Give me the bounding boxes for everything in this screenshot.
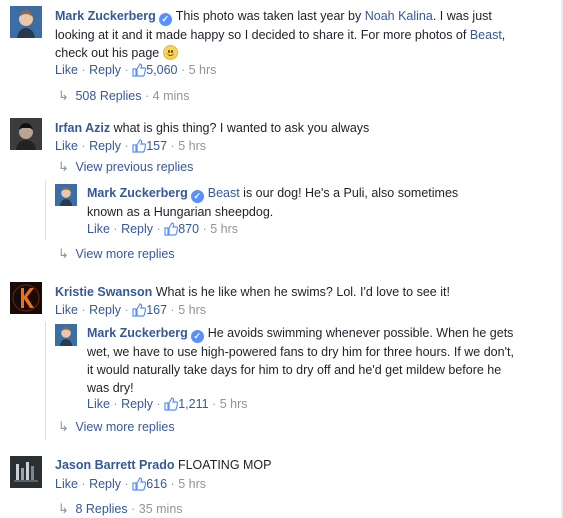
like-count[interactable]: 167 bbox=[146, 303, 167, 317]
like-count[interactable]: 616 bbox=[146, 477, 167, 491]
like-link[interactable]: Like bbox=[87, 397, 110, 411]
view-more-link[interactable]: View more replies bbox=[75, 247, 174, 261]
comment-actions: Like · Reply · 616 · 5 hrs bbox=[55, 475, 206, 496]
view-previous-replies[interactable]: ↳ View previous replies bbox=[58, 158, 193, 176]
replies-row[interactable]: ↳ 8 Replies · 35 mins bbox=[58, 500, 183, 518]
comment-text: what is ghis thing? I wanted to ask you … bbox=[113, 121, 370, 135]
mention-link[interactable]: Beast bbox=[208, 186, 240, 200]
view-more-replies[interactable]: ↳ View more replies bbox=[58, 245, 175, 263]
comment: Jason Barrett Prado FLOATING MOP bbox=[55, 456, 272, 474]
view-previous-link[interactable]: View previous replies bbox=[75, 160, 193, 174]
mention-link[interactable]: Beast bbox=[470, 28, 502, 42]
like-count[interactable]: 157 bbox=[146, 139, 167, 153]
avatar[interactable] bbox=[10, 282, 42, 314]
reply-link[interactable]: Reply bbox=[121, 222, 153, 236]
reply-arrow-icon: ↳ bbox=[58, 419, 69, 434]
like-count[interactable]: 870 bbox=[178, 222, 199, 236]
replies-link[interactable]: 8 Replies bbox=[75, 502, 127, 516]
avatar[interactable] bbox=[10, 456, 42, 488]
verified-badge-icon: ✓ bbox=[158, 13, 172, 26]
replies-time: 35 mins bbox=[138, 502, 183, 516]
like-link[interactable]: Like bbox=[55, 303, 78, 317]
avatar[interactable] bbox=[10, 118, 42, 150]
comment-time[interactable]: 5 hrs bbox=[178, 139, 206, 153]
like-link[interactable]: Like bbox=[55, 63, 78, 77]
avatar[interactable] bbox=[10, 6, 42, 38]
comment-actions: Like · Reply · 5,060 · 5 hrs bbox=[55, 61, 216, 82]
reply-arrow-icon: ↳ bbox=[58, 246, 69, 261]
comment-author[interactable]: Mark Zuckerberg bbox=[87, 186, 188, 200]
reply-link[interactable]: Reply bbox=[121, 397, 153, 411]
comment-author[interactable]: Kristie Swanson bbox=[55, 285, 152, 299]
thumbs-up-icon bbox=[132, 477, 147, 496]
reply: Mark Zuckerberg ✓ He avoids swimming whene… bbox=[87, 324, 517, 397]
thumbs-up-icon bbox=[164, 397, 179, 416]
verified-badge-icon: ✓ bbox=[190, 330, 204, 343]
comment: Kristie Swanson What is he like when he … bbox=[55, 283, 450, 301]
avatar[interactable] bbox=[55, 324, 77, 346]
smiley-emoji-icon bbox=[162, 45, 178, 60]
like-count[interactable]: 1,211 bbox=[178, 397, 208, 411]
mention-link[interactable]: Noah Kalina bbox=[365, 9, 433, 23]
verified-badge-icon: ✓ bbox=[190, 190, 204, 203]
comment-time[interactable]: 5 hrs bbox=[210, 222, 238, 236]
comment-author[interactable]: Irfan Aziz bbox=[55, 121, 110, 135]
reply-arrow-icon: ↳ bbox=[58, 88, 69, 103]
like-link[interactable]: Like bbox=[55, 477, 78, 491]
reply-link[interactable]: Reply bbox=[89, 139, 121, 153]
comment-text: FLOATING MOP bbox=[177, 458, 272, 472]
comment-time[interactable]: 5 hrs bbox=[220, 397, 248, 411]
avatar[interactable] bbox=[55, 184, 77, 206]
replies-time: 4 mins bbox=[152, 89, 190, 103]
comment-time[interactable]: 5 hrs bbox=[189, 63, 217, 77]
comment-text: This photo was taken last year by bbox=[175, 9, 365, 23]
thread-line bbox=[45, 180, 46, 240]
reply-arrow-icon: ↳ bbox=[58, 501, 69, 516]
comment: Mark Zuckerberg ✓ This photo was taken las… bbox=[55, 7, 533, 62]
comment-author[interactable]: Jason Barrett Prado bbox=[55, 458, 174, 472]
view-more-link[interactable]: View more replies bbox=[75, 420, 174, 434]
reply-link[interactable]: Reply bbox=[89, 477, 121, 491]
replies-link[interactable]: 508 Replies bbox=[75, 89, 141, 103]
comment-author[interactable]: Mark Zuckerberg bbox=[87, 326, 188, 340]
thumbs-up-icon bbox=[132, 139, 147, 158]
comment-actions: Like · Reply · 167 · 5 hrs bbox=[55, 301, 206, 322]
comment-time[interactable]: 5 hrs bbox=[178, 477, 206, 491]
comment-author[interactable]: Mark Zuckerberg bbox=[55, 9, 156, 23]
view-more-replies[interactable]: ↳ View more replies bbox=[58, 418, 175, 436]
reply: Mark Zuckerberg ✓ Beast is our dog! He's a… bbox=[87, 184, 487, 221]
thread-line bbox=[45, 322, 46, 440]
comment-actions: Like · Reply · 157 · 5 hrs bbox=[55, 137, 206, 158]
thumbs-up-icon bbox=[132, 303, 147, 322]
like-link[interactable]: Like bbox=[55, 139, 78, 153]
comment-text: What is he like when he swims? Lol. I'd … bbox=[155, 285, 450, 299]
like-count[interactable]: 5,060 bbox=[146, 63, 177, 77]
reply-arrow-icon: ↳ bbox=[58, 159, 69, 174]
comment-actions: Like · Reply · 1,211 · 5 hrs bbox=[87, 395, 247, 416]
replies-row[interactable]: ↳ 508 Replies · 4 mins bbox=[58, 87, 189, 105]
reply-link[interactable]: Reply bbox=[89, 303, 121, 317]
like-link[interactable]: Like bbox=[87, 222, 110, 236]
thumbs-up-icon bbox=[132, 63, 147, 82]
reply-link[interactable]: Reply bbox=[89, 63, 121, 77]
comment-time[interactable]: 5 hrs bbox=[178, 303, 206, 317]
thumbs-up-icon bbox=[164, 222, 179, 241]
comment: Irfan Aziz what is ghis thing? I wanted … bbox=[55, 119, 369, 137]
comment-actions: Like · Reply · 870 · 5 hrs bbox=[87, 220, 238, 241]
